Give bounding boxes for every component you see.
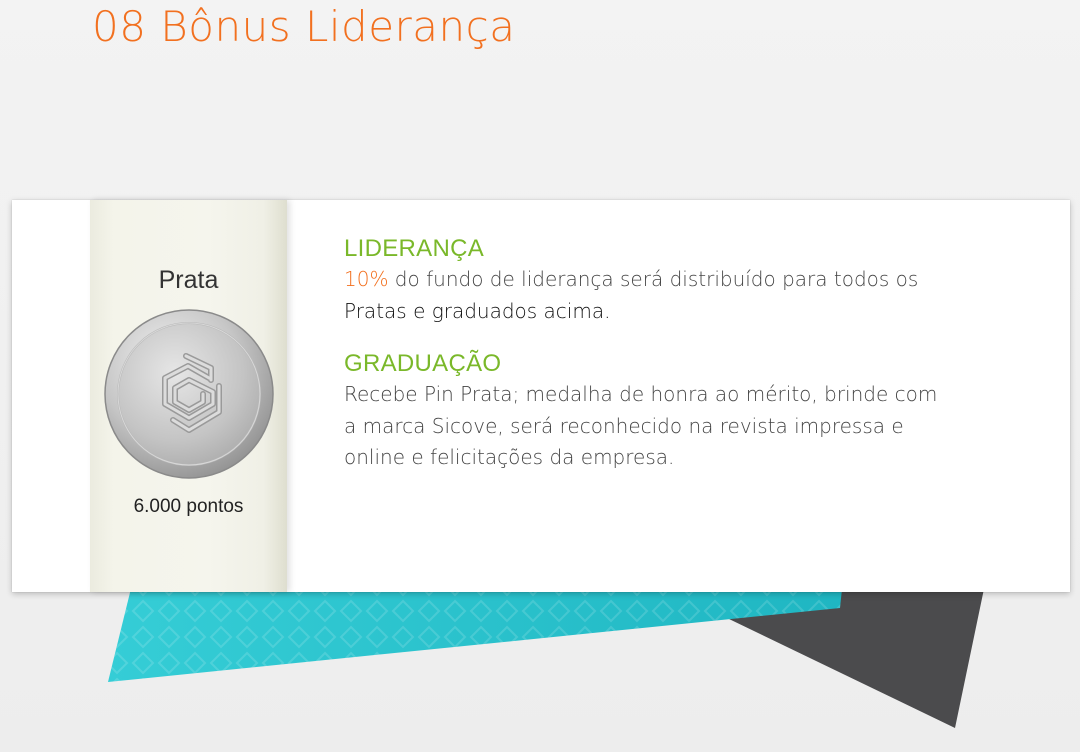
lideranca-text-part1: do fundo de liderança será distribuído p… bbox=[388, 267, 919, 291]
page-title: 08 Bônus Liderança bbox=[92, 2, 516, 51]
graduacao-heading: GRADUAÇÃO bbox=[344, 350, 502, 377]
lideranca-section: LIDERANÇA 10% do fundo de liderança será… bbox=[344, 234, 1044, 327]
lideranca-heading: LIDERANÇA bbox=[344, 235, 485, 262]
points-label: 6.000 pontos bbox=[133, 496, 244, 517]
graduacao-text-line1: Recebe Pin Prata; medalha de honra ao mé… bbox=[344, 382, 938, 406]
bonus-content: LIDERANÇA 10% do fundo de liderança será… bbox=[344, 234, 1044, 474]
lideranca-percentage: 10% bbox=[344, 267, 389, 291]
lideranca-text-emphasis: Pratas e graduados acima. bbox=[344, 298, 611, 323]
graduacao-text-line3: online e felicitações da empresa. bbox=[344, 445, 675, 469]
lideranca-text: 10% do fundo de liderança será distribuí… bbox=[344, 264, 1044, 296]
tier-ribbon: Prata 6.000 pontos bbox=[90, 200, 287, 592]
graduacao-text-line2: a marca Sicove, será reconhecido na revi… bbox=[344, 413, 904, 438]
graduacao-section: GRADUAÇÃO Recebe Pin Prata; medalha de h… bbox=[344, 349, 1044, 474]
tier-label: Prata bbox=[158, 266, 219, 294]
silver-medal-icon bbox=[104, 309, 274, 479]
bonus-card: Prata 6.000 pontos LIDERANÇA 10% do fund… bbox=[12, 200, 1070, 592]
